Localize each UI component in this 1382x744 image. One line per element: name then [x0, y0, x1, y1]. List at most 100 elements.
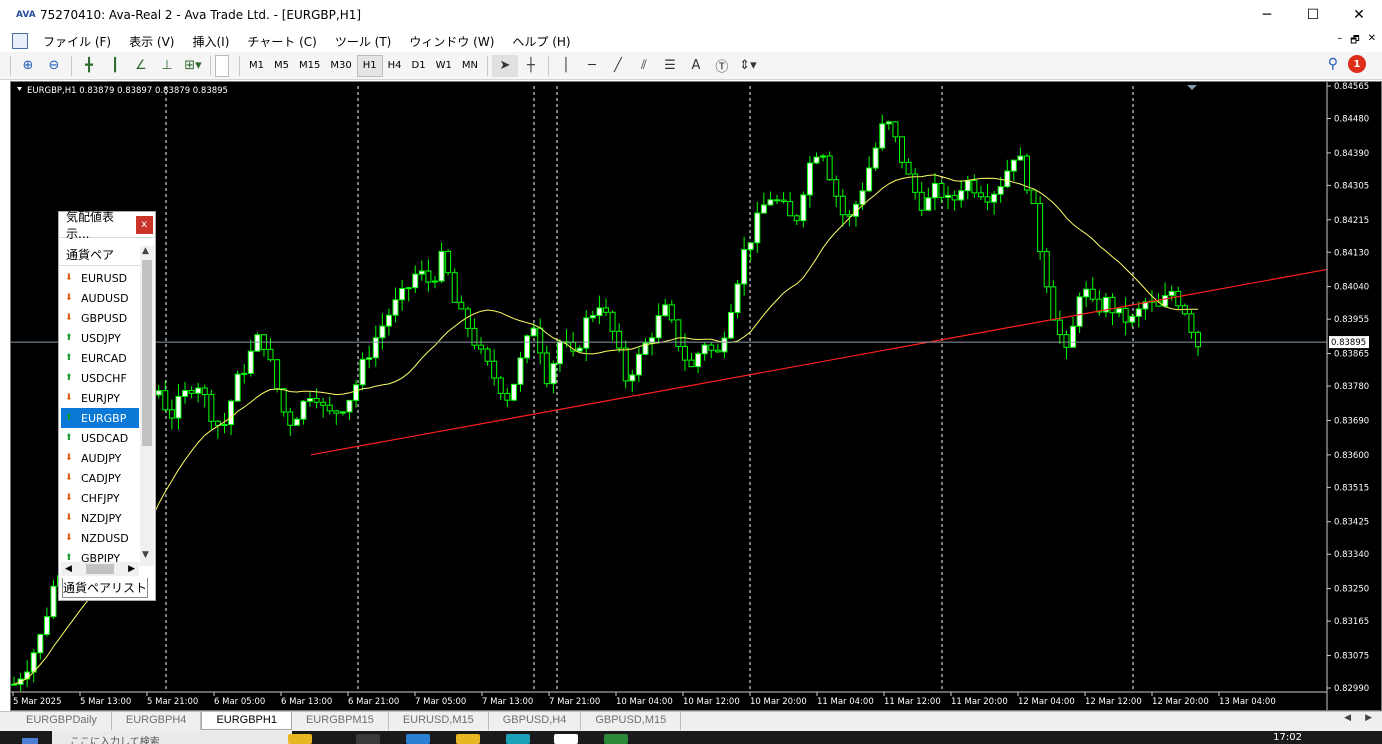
windows-start-icon[interactable] [22, 738, 38, 744]
symbol-row-usdcad[interactable]: ⬆ USDCAD [61, 428, 139, 448]
fibo-channel-icon[interactable]: ⫽ [631, 55, 657, 77]
close-button[interactable]: ✕ [1336, 0, 1382, 30]
bear-candle [1056, 319, 1063, 336]
vertical-line-icon[interactable]: │ [553, 55, 579, 77]
market-watch-header[interactable]: 気配値表示... x [59, 210, 155, 241]
mdi-minimize-button[interactable]: – [1337, 33, 1342, 50]
symbol-row-eurgbp[interactable]: ⬆ EURGBP [61, 408, 139, 428]
add-indicator-icon[interactable]: ⊞▾ [180, 55, 206, 77]
folder-icon[interactable] [456, 734, 480, 744]
tab-eurgbph4[interactable]: EURGBPH4 [112, 712, 202, 730]
fibo-icon[interactable]: ☰ [657, 55, 683, 77]
symbol-row-eurcad[interactable]: ⬆ EURCAD [61, 348, 139, 368]
menu-file[interactable]: ファイル (F) [34, 33, 120, 50]
tab-eurgbph1[interactable]: EURGBPH1 [201, 712, 292, 730]
symbol-row-gbpusd[interactable]: ⬇ GBPUSD [61, 308, 139, 328]
chart-shift-marker-icon [1187, 85, 1197, 90]
symbol-row-nzdusd[interactable]: ⬇ NZDUSD [61, 528, 139, 548]
chart-window-icon[interactable] [12, 33, 28, 49]
timeframe-m15[interactable]: M15 [294, 55, 325, 77]
arrows-icon[interactable]: ⇕▾ [735, 55, 761, 77]
cursor-icon[interactable]: ➤ [491, 54, 518, 77]
horizontal-line-icon[interactable]: ─ [579, 55, 605, 77]
taskbar-search[interactable]: ここに入力して検索 [52, 731, 292, 744]
text-label-icon[interactable]: Ⓣ [709, 55, 735, 77]
menu-window[interactable]: ウィンドウ (W) [400, 33, 503, 50]
period-box[interactable] [215, 54, 229, 77]
crosshair-icon[interactable]: ┼ [518, 55, 544, 77]
taskbar-app-icon[interactable] [604, 734, 628, 744]
timeframe-w1[interactable]: W1 [431, 55, 457, 77]
bear-candle [603, 307, 609, 313]
menu-help[interactable]: ヘルプ (H) [503, 33, 579, 50]
tab-gbpusd-h4[interactable]: GBPUSD,H4 [489, 712, 582, 730]
timeframe-m30[interactable]: M30 [325, 55, 356, 77]
tab-eurgbpm15[interactable]: EURGBPM15 [292, 712, 389, 730]
tab-eurusd-m15[interactable]: EURUSD,M15 [389, 712, 489, 730]
chart-shift-icon[interactable]: ⊥ [154, 55, 180, 77]
taskbar-app-icon[interactable] [288, 734, 312, 744]
zoom-out-icon[interactable]: ⊖ [41, 55, 67, 77]
symbol-row-eurjpy[interactable]: ⬇ EURJPY [61, 388, 139, 408]
timeframe-h1[interactable]: H1 [356, 54, 383, 77]
trend-line-icon[interactable]: ╱ [605, 55, 631, 77]
market-watch-close-button[interactable]: x [135, 215, 153, 234]
bull-candle [820, 155, 827, 158]
menu-view[interactable]: 表示 (V) [120, 33, 183, 50]
timeframe-d1[interactable]: D1 [407, 55, 431, 77]
scroll-right-icon[interactable]: ▶ [128, 564, 135, 574]
vertical-scrollbar[interactable]: ▲ ▼ [140, 246, 154, 566]
symbol-row-usdchf[interactable]: ⬆ USDCHF [61, 368, 139, 388]
line-chart-icon[interactable]: ∠ [128, 55, 154, 77]
notification-badge[interactable]: 1 [1348, 55, 1366, 73]
symbol-row-eurusd[interactable]: ⬇ EURUSD [61, 268, 139, 288]
price-chart[interactable]: 0.84565 0.84480 0.84390 0.84305 0.84215 0.841… [11, 82, 1381, 710]
tab-eurgbpdaily[interactable]: EURGBPDaily [12, 712, 112, 730]
symbol-row-nzdjpy[interactable]: ⬇ NZDJPY [61, 508, 139, 528]
tab-gbpusd-m15[interactable]: GBPUSD,M15 [581, 712, 682, 730]
tab-right-icon[interactable]: ▶ [1365, 713, 1372, 723]
h-scroll-thumb[interactable] [86, 564, 114, 574]
timeframe-mn[interactable]: MN [457, 55, 483, 77]
maximize-button[interactable]: ☐ [1290, 0, 1336, 30]
symbol-row-audjpy[interactable]: ⬇ AUDJPY [61, 448, 139, 468]
symbol-label: AUDJPY [81, 451, 122, 465]
timeframe-m5[interactable]: M5 [269, 55, 294, 77]
timeframe-m1[interactable]: M1 [244, 55, 269, 77]
menu-insert[interactable]: 挿入(I) [183, 33, 238, 50]
taskbar-app-icon[interactable] [356, 734, 380, 744]
scroll-up-icon[interactable]: ▲ [142, 246, 149, 256]
text-icon[interactable]: A [683, 55, 709, 77]
taskbar-app-icon[interactable] [554, 734, 578, 744]
bull-candle [346, 399, 353, 413]
browser-icon[interactable] [506, 734, 530, 744]
minimize-button[interactable]: ─ [1244, 0, 1290, 30]
mdi-controls: – 🗗 ✕ [1337, 33, 1376, 50]
time-tick-label: 10 Mar 20:00 [750, 697, 807, 707]
mdi-close-button[interactable]: ✕ [1368, 33, 1376, 50]
horizontal-scrollbar[interactable]: ◀ ▶ [61, 562, 139, 576]
menu-chart[interactable]: チャート (C) [238, 33, 325, 50]
scroll-down-icon[interactable]: ▼ [142, 550, 149, 560]
symbol-row-chfjpy[interactable]: ⬇ CHFJPY [61, 488, 139, 508]
scroll-left-icon[interactable]: ◀ [65, 564, 72, 574]
tab-left-icon[interactable]: ◀ [1344, 713, 1351, 723]
symbol-row-usdjpy[interactable]: ⬆ USDJPY [61, 328, 139, 348]
bar-chart-icon[interactable]: ╋ [76, 55, 102, 77]
bull-candle [727, 311, 734, 339]
zoom-in-icon[interactable]: ⊕ [15, 55, 41, 77]
scroll-thumb[interactable] [142, 260, 152, 446]
market-watch-panel[interactable]: 気配値表示... x 通貨ペア ⬇ EURUSD ⬇ AUDUSD ⬇ GBPUSD ⬆ US… [58, 210, 156, 601]
taskbar-app-icon[interactable] [406, 734, 430, 744]
chart-window[interactable]: 0.84565 0.84480 0.84390 0.84305 0.84215 0.841… [10, 81, 1382, 711]
menu-tools[interactable]: ツール (T) [326, 33, 401, 50]
price-down-icon: ⬇ [65, 393, 73, 403]
mdi-restore-button[interactable]: 🗗 [1350, 33, 1359, 50]
timeframe-h4[interactable]: H4 [383, 55, 407, 77]
candle-icon[interactable]: ┃ [102, 55, 128, 77]
bear-candle [162, 390, 169, 411]
symbol-row-cadjpy[interactable]: ⬇ CADJPY [61, 468, 139, 488]
symbol-row-audusd[interactable]: ⬇ AUDUSD [61, 288, 139, 308]
symbols-tab[interactable]: 通貨ペアリスト [62, 578, 148, 598]
search-icon[interactable]: ⚲ [1328, 56, 1338, 72]
